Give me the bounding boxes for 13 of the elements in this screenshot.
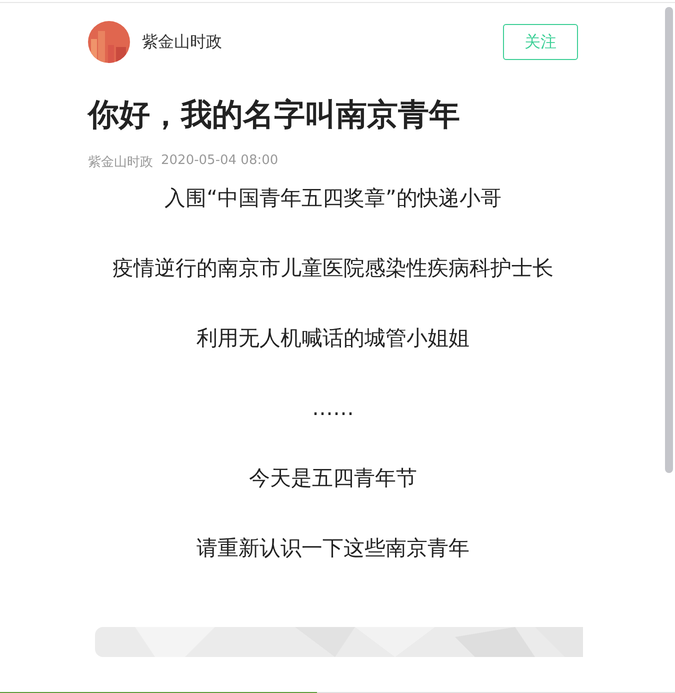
paragraph: 今天是五四青年节 bbox=[248, 465, 418, 492]
paragraph: 疫情逆行的南京市儿童医院感染性疾病科护士长 bbox=[112, 255, 554, 282]
paragraph: 请重新认识一下这些南京青年 bbox=[196, 535, 470, 562]
article-date: 2020-05-04 08:00 bbox=[161, 153, 278, 170]
paragraph: …… bbox=[311, 395, 355, 422]
article-title: 你好，我的名字叫南京青年 bbox=[88, 96, 461, 135]
account-name: 紫金山时政 bbox=[142, 32, 222, 52]
paragraph: 利用无人机喊话的城管小姐姐 bbox=[196, 325, 470, 352]
article-source: 紫金山时政 bbox=[88, 154, 153, 171]
paragraph: 入围“中国青年五四奖章”的快递小哥 bbox=[164, 185, 502, 212]
avatar bbox=[88, 21, 130, 63]
follow-button[interactable]: 关注 bbox=[503, 24, 578, 60]
scrollbar[interactable] bbox=[665, 7, 673, 473]
